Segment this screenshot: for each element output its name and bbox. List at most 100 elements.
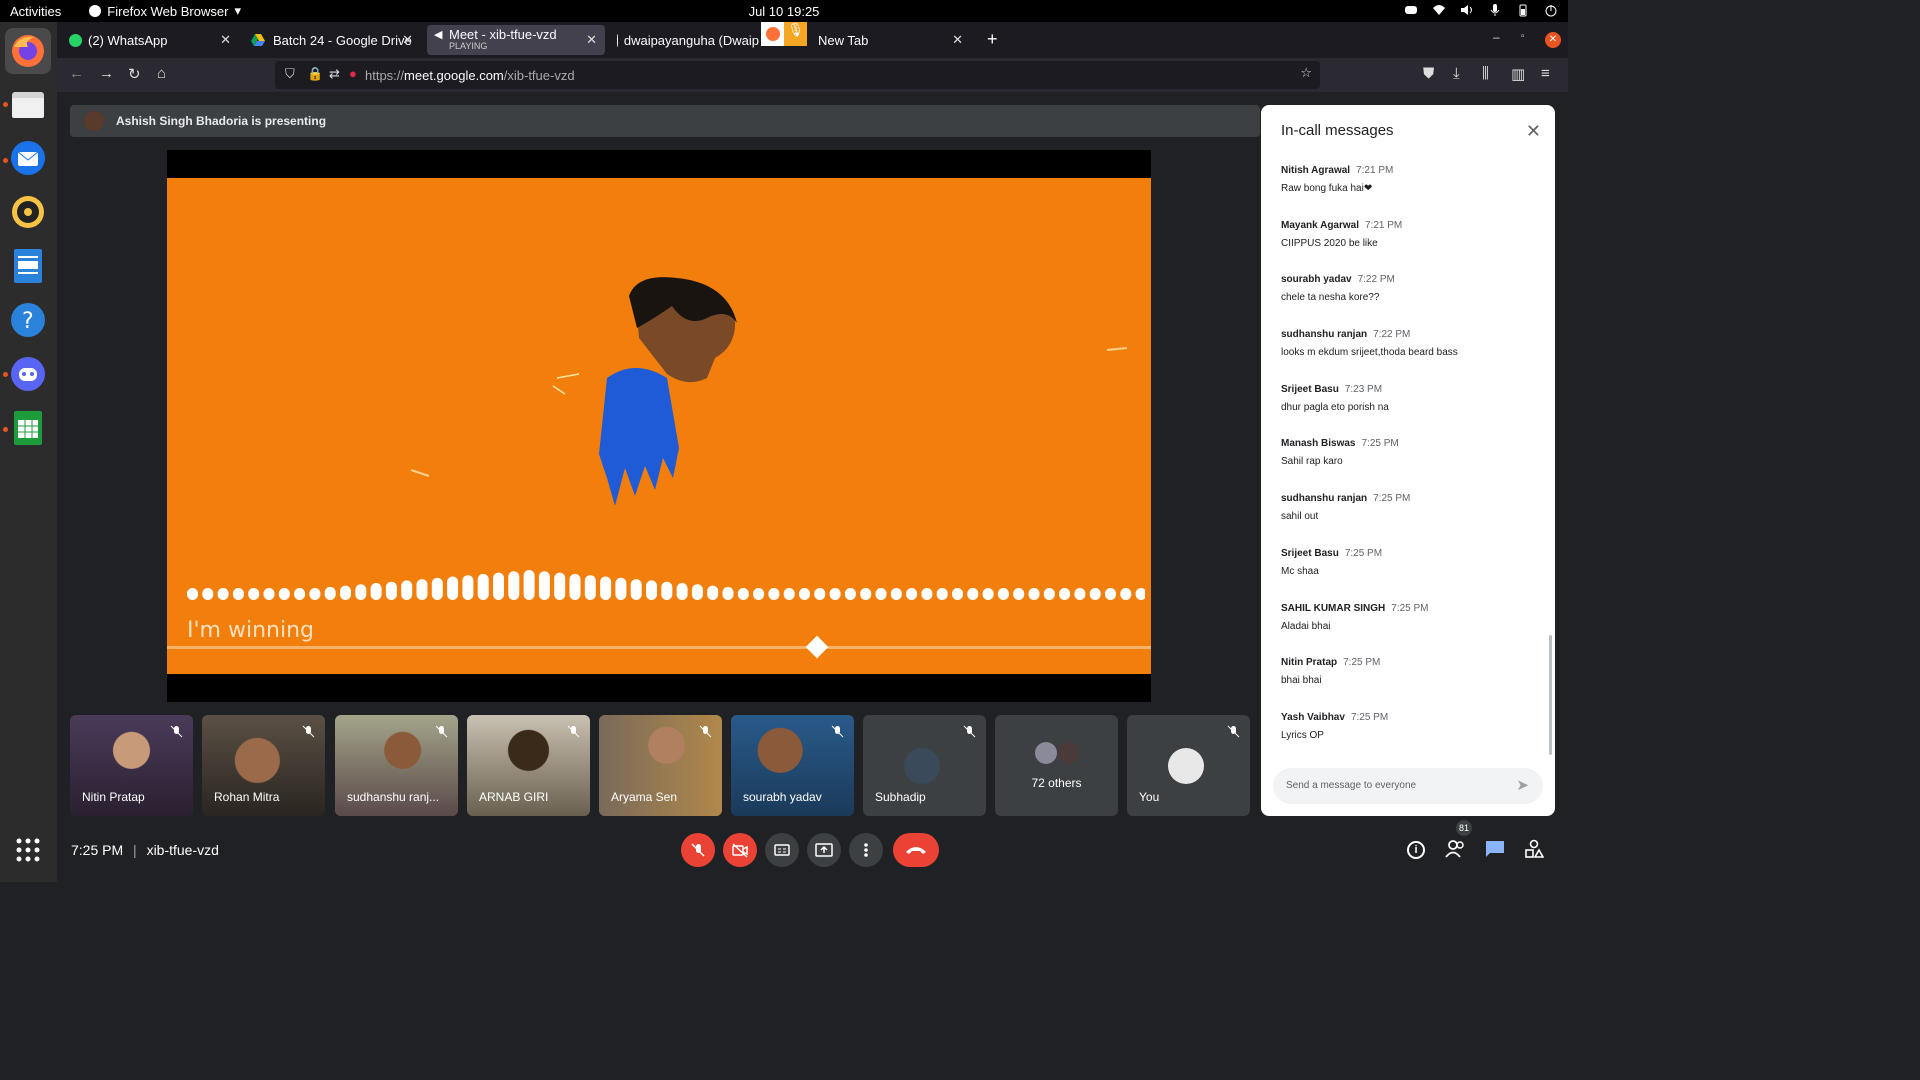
present-button[interactable] (807, 833, 841, 867)
close-tab-icon[interactable]: ✕ (402, 32, 413, 48)
url-bar[interactable]: ⛉ 🔒 ⇄ ● https://meet.google.com/xib-tfue… (275, 61, 1320, 89)
close-icon[interactable]: ✕ (1526, 121, 1541, 142)
forward-icon[interactable]: → (99, 65, 114, 82)
message-text: dhur pagla eto porish na (1281, 401, 1389, 413)
reload-icon[interactable]: ↻ (128, 65, 141, 83)
participant-name: sourabh yadav (743, 790, 822, 804)
waveform-bar (967, 588, 979, 600)
power-icon (1544, 3, 1558, 17)
people-icon[interactable] (1445, 839, 1467, 864)
lock-icon: 🔒 (307, 66, 324, 81)
waveform-bar (401, 580, 413, 600)
chevron-down-icon: ▾ (234, 3, 241, 18)
shared-video: I'm winning (167, 178, 1151, 674)
others-tile[interactable]: 72 others (995, 715, 1118, 816)
nav-toolbar: ← → ↻ ⌂ ⛉ 🔒 ⇄ ● https://meet.google.com /… (57, 58, 1568, 92)
downloads-icon[interactable]: ⤓ (1453, 65, 1460, 82)
message-time: 7:21 PM (1365, 219, 1403, 231)
message-text: Sahil rap karo (1281, 456, 1343, 468)
message-sender: Srijeet Basu (1281, 547, 1339, 559)
waveform-bar (370, 583, 382, 600)
participant-tile[interactable]: ARNAB GIRI (467, 715, 590, 816)
meeting-details-icon[interactable]: i (1407, 841, 1425, 859)
activities-icon[interactable] (1524, 839, 1545, 864)
waveform-bar (890, 588, 902, 600)
restore-icon[interactable]: ▫ (1521, 31, 1525, 42)
sidebar-icon[interactable]: ▥ (1511, 65, 1525, 83)
dock-firefox[interactable] (5, 28, 51, 74)
waveform-bar (1074, 588, 1086, 600)
chat-scrollbar[interactable] (1549, 635, 1552, 755)
send-icon[interactable]: ➤ (1516, 776, 1529, 794)
self-tile[interactable]: You (1127, 715, 1250, 816)
dock-rhythmbox[interactable] (8, 192, 48, 232)
more-options-button[interactable] (849, 833, 883, 867)
show-applications-button[interactable] (8, 830, 48, 870)
permissions-icon[interactable]: ⇄ (329, 66, 340, 82)
shield-icon: ⛉ (285, 66, 295, 81)
system-tray[interactable] (1404, 3, 1558, 17)
dock-calc[interactable] (8, 408, 48, 448)
tab-whatsapp[interactable]: (2) WhatsApp ✕ (61, 25, 239, 55)
mic-toggle-button[interactable] (681, 833, 715, 867)
home-icon[interactable]: ⌂ (157, 65, 166, 82)
mic-permission-icon[interactable]: ● (349, 66, 357, 81)
participant-tile[interactable]: Nitin Pratap (70, 715, 193, 816)
dock-discord[interactable] (8, 354, 48, 394)
dock-help[interactable]: ? (8, 300, 48, 340)
tab-meet[interactable]: ◀ Meet - xib-tfue-vzd PLAYING ✕ (427, 25, 605, 55)
activities-button[interactable]: Activities (0, 4, 71, 19)
message-text: chele ta nesha kore?? (1281, 292, 1380, 304)
library-icon[interactable]: ⫼ (1482, 65, 1489, 82)
app-menu-label: Firefox Web Browser (107, 3, 229, 19)
bookmark-star-icon[interactable]: ☆ (1300, 65, 1312, 81)
message-sender: Nitish Agrawal (1281, 165, 1351, 176)
whatsapp-icon (69, 33, 82, 47)
chat-message: sourabh yadav 7:22 PM chele ta nesha kore?… (1281, 269, 1541, 324)
message-sender: sudhanshu ranjan (1281, 493, 1368, 505)
tab-new-tab[interactable]: New Tab ✕ (805, 25, 971, 55)
spreadsheet-icon (14, 411, 42, 445)
participant-tile[interactable]: sourabh yadav (731, 715, 854, 816)
chat-message: sudhanshu ranjan 7:22 PM looks m ekdum sri… (1281, 324, 1541, 379)
waveform-bar (355, 584, 367, 600)
camera-toggle-button[interactable] (723, 833, 757, 867)
chat-title: In-call messages (1281, 122, 1394, 139)
document-icon (14, 249, 42, 283)
dock-files[interactable] (8, 84, 48, 124)
minimize-icon[interactable]: – (1493, 30, 1500, 44)
other-avatar (1057, 742, 1079, 764)
tab-label: Batch 24 - Google Drive (273, 32, 412, 48)
other-avatar (1035, 742, 1057, 764)
chat-icon[interactable] (1485, 840, 1505, 863)
participant-tile[interactable]: sudhanshu ranj... (335, 715, 458, 816)
dock-writer[interactable] (8, 246, 48, 286)
dock-thunderbird[interactable] (8, 138, 48, 178)
menu-icon[interactable]: ≡ (1541, 65, 1550, 82)
new-tab-icon[interactable]: + (987, 29, 998, 50)
screen-share-indicator[interactable]: 🎙 (761, 22, 807, 46)
close-tab-icon[interactable]: ✕ (220, 32, 231, 48)
participant-name: Nitin Pratap (82, 790, 145, 804)
close-tab-icon[interactable]: ✕ (952, 32, 963, 48)
leave-call-button[interactable] (893, 833, 939, 867)
participant-tile[interactable]: Subhadip (863, 715, 986, 816)
back-icon[interactable]: ← (69, 65, 84, 82)
participant-tile[interactable]: Rohan Mitra (202, 715, 325, 816)
waveform-bar (691, 584, 703, 600)
pocket-icon[interactable]: ⛊ (1423, 65, 1434, 82)
captions-icon (774, 844, 790, 856)
waveform-bar (860, 588, 872, 600)
tab-github[interactable]: dwaipayanguha (Dwaip (609, 25, 759, 55)
tab-google-drive[interactable]: Batch 24 - Google Drive ✕ (243, 25, 421, 55)
muted-mic-icon (691, 843, 705, 857)
close-tab-icon[interactable]: ✕ (586, 32, 597, 48)
captions-button[interactable] (765, 833, 799, 867)
participant-tile[interactable]: Aryama Sen (599, 715, 722, 816)
chat-input[interactable]: Send a message to everyone ➤ (1273, 768, 1543, 804)
presentation-screen[interactable]: I'm winning (167, 150, 1151, 702)
close-window-icon[interactable]: ✕ (1545, 32, 1561, 48)
participant-name: Aryama Sen (611, 790, 678, 804)
waveform-bar (814, 588, 826, 600)
app-menu[interactable]: Firefox Web Browser ▾ (89, 3, 241, 19)
